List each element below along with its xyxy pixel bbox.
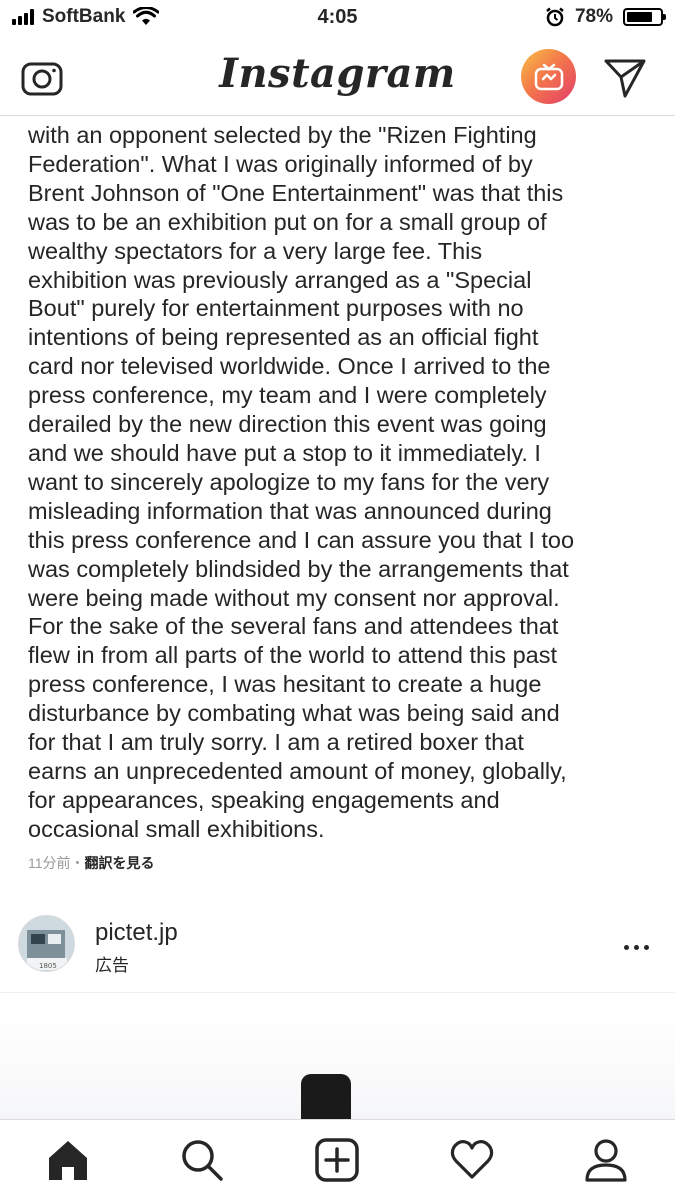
caption-line: exhibition was previously arranged as a … — [28, 266, 532, 293]
bottle-cap-shape — [301, 1074, 351, 1119]
battery-level-fill — [627, 12, 652, 22]
search-icon[interactable] — [180, 1138, 224, 1182]
caption-line: intentions of being represented as an of… — [28, 324, 539, 351]
caption-line: for appearances, speaking engagements an… — [28, 786, 500, 813]
ad-post-header: 1805 pictet.jp 広告 — [0, 899, 675, 993]
sponsored-label: 広告 — [95, 956, 129, 975]
ad-username[interactable]: pictet.jp — [95, 919, 178, 947]
feed-content[interactable]: with an opponent selected by the "Rizen … — [0, 117, 675, 1119]
caption-line: earns an unprecedented amount of money, … — [28, 757, 567, 784]
caption-line: was completely blindsided by the arrange… — [28, 555, 569, 582]
caption-line: disturbance by combating what was being … — [28, 700, 560, 727]
avatar-number: 1805 — [39, 962, 57, 970]
ad-post-image[interactable] — [0, 994, 675, 1119]
post-time-ago: 11分前 — [28, 855, 71, 871]
see-translation-link[interactable]: 翻訳を見る — [85, 855, 155, 871]
bottom-nav — [0, 1119, 675, 1200]
meta-separator: ・ — [70, 855, 85, 871]
caption-line: card nor televised worldwide. Once I arr… — [28, 353, 551, 380]
caption-line: derailed by the new direction this event… — [28, 411, 547, 438]
avatar[interactable]: 1805 — [18, 915, 75, 972]
caption-line: flew in from all parts of the world to a… — [28, 642, 558, 669]
caption-line: Bout" purely for entertainment purposes … — [28, 295, 524, 322]
dot — [623, 944, 629, 950]
caption-line: Brent Johnson of "One Entertainment" was… — [28, 179, 564, 206]
status-bar: SoftBank 4:05 78% — [0, 0, 675, 40]
app-header: Instagram — [0, 40, 675, 116]
direct-send-icon[interactable] — [602, 56, 648, 100]
caption-line: and we should have put a stop to it imme… — [28, 439, 541, 466]
caption-line: wealthy spectators for a very large fee.… — [28, 237, 483, 264]
caption-line: were being made without my consent nor a… — [28, 584, 560, 611]
home-icon[interactable] — [46, 1138, 90, 1182]
caption-line: for that I am truly sorry. I am a retire… — [28, 729, 524, 756]
battery-percent: 78% — [574, 6, 613, 27]
post-meta: 11分前・翻訳を見る — [28, 853, 155, 873]
caption-line: occasional small exhibitions. — [28, 815, 325, 842]
post-caption: with an opponent selected by the "Rizen … — [28, 121, 653, 844]
caption-line: For the sake of the several fans and att… — [28, 613, 559, 640]
profile-icon[interactable] — [584, 1138, 628, 1182]
activity-heart-icon[interactable] — [450, 1138, 494, 1182]
igtv-icon[interactable] — [521, 49, 576, 104]
caption-line: with an opponent selected by the "Rizen … — [28, 122, 537, 148]
more-options-icon[interactable] — [616, 937, 656, 957]
new-post-icon[interactable] — [315, 1138, 359, 1182]
caption-line: was to be an exhibition put on for a sma… — [28, 208, 547, 235]
caption-line: Federation". What I was originally infor… — [28, 150, 533, 177]
status-right: 78% — [545, 6, 666, 28]
caption-line: want to sincerely apologize to my fans f… — [28, 468, 550, 495]
caption-line: press conference, I was hesitant to crea… — [28, 671, 542, 698]
battery-icon — [623, 8, 666, 26]
tv-glyph-icon — [534, 63, 563, 90]
dot — [633, 944, 639, 950]
caption-line: this press conference and I can assure y… — [28, 526, 575, 553]
dot — [643, 944, 649, 950]
caption-line: misleading information that was announce… — [28, 497, 552, 524]
alarm-icon — [546, 7, 564, 27]
avatar-image: 1805 — [19, 916, 74, 971]
caption-line: press conference, my team and I were com… — [28, 382, 547, 409]
